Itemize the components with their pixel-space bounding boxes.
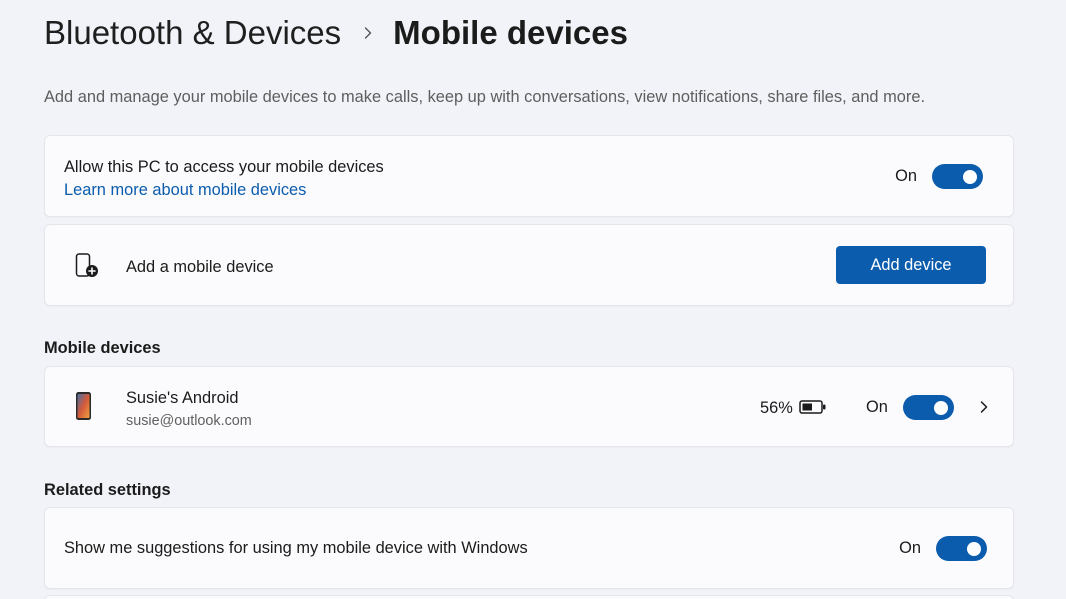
device-card-susies-android[interactable]: Susie's Android susie@outlook.com 56% On [44, 366, 1014, 447]
add-device-card: Add a mobile device Add device [44, 224, 1014, 306]
page-description: Add and manage your mobile devices to ma… [44, 88, 925, 106]
suggestions-toggle[interactable] [936, 536, 987, 561]
add-device-label: Add a mobile device [126, 258, 274, 276]
battery-icon [799, 399, 827, 420]
suggestions-toggle-group: On [899, 536, 987, 561]
allow-access-card: Allow this PC to access your mobile devi… [44, 135, 1014, 217]
chevron-right-icon [361, 26, 375, 40]
settings-page: Bluetooth & Devices Mobile devices Add a… [0, 0, 1066, 599]
mobile-devices-heading: Mobile devices [44, 339, 161, 357]
breadcrumb: Bluetooth & Devices Mobile devices [44, 14, 628, 52]
related-settings-heading: Related settings [44, 481, 171, 499]
allow-access-label: Allow this PC to access your mobile devi… [64, 158, 384, 176]
add-phone-icon [73, 252, 101, 285]
toggle-state-label: On [895, 167, 917, 185]
device-toggle[interactable] [902, 395, 954, 420]
device-name: Susie's Android [126, 389, 239, 407]
suggestions-card: Show me suggestions for using my mobile … [44, 507, 1014, 589]
battery-percentage: 56% [760, 399, 793, 417]
allow-access-toggle[interactable] [932, 164, 983, 189]
learn-more-link[interactable]: Learn more about mobile devices [64, 181, 306, 200]
device-toggle-group: On [866, 395, 954, 420]
chevron-right-icon[interactable] [977, 399, 991, 420]
toggle-state-label: On [899, 539, 921, 557]
breadcrumb-parent[interactable]: Bluetooth & Devices [44, 14, 341, 52]
android-phone-icon [73, 390, 95, 429]
add-device-button[interactable]: Add device [836, 246, 986, 284]
device-account: susie@outlook.com [126, 413, 252, 429]
page-title: Mobile devices [393, 14, 628, 51]
suggestions-label: Show me suggestions for using my mobile … [64, 539, 528, 557]
toggle-state-label: On [866, 398, 888, 416]
toggle-knob [963, 169, 977, 184]
toggle-knob [933, 400, 948, 415]
allow-access-toggle-group: On [895, 164, 983, 189]
next-card [44, 595, 1014, 599]
toggle-knob [967, 541, 981, 556]
